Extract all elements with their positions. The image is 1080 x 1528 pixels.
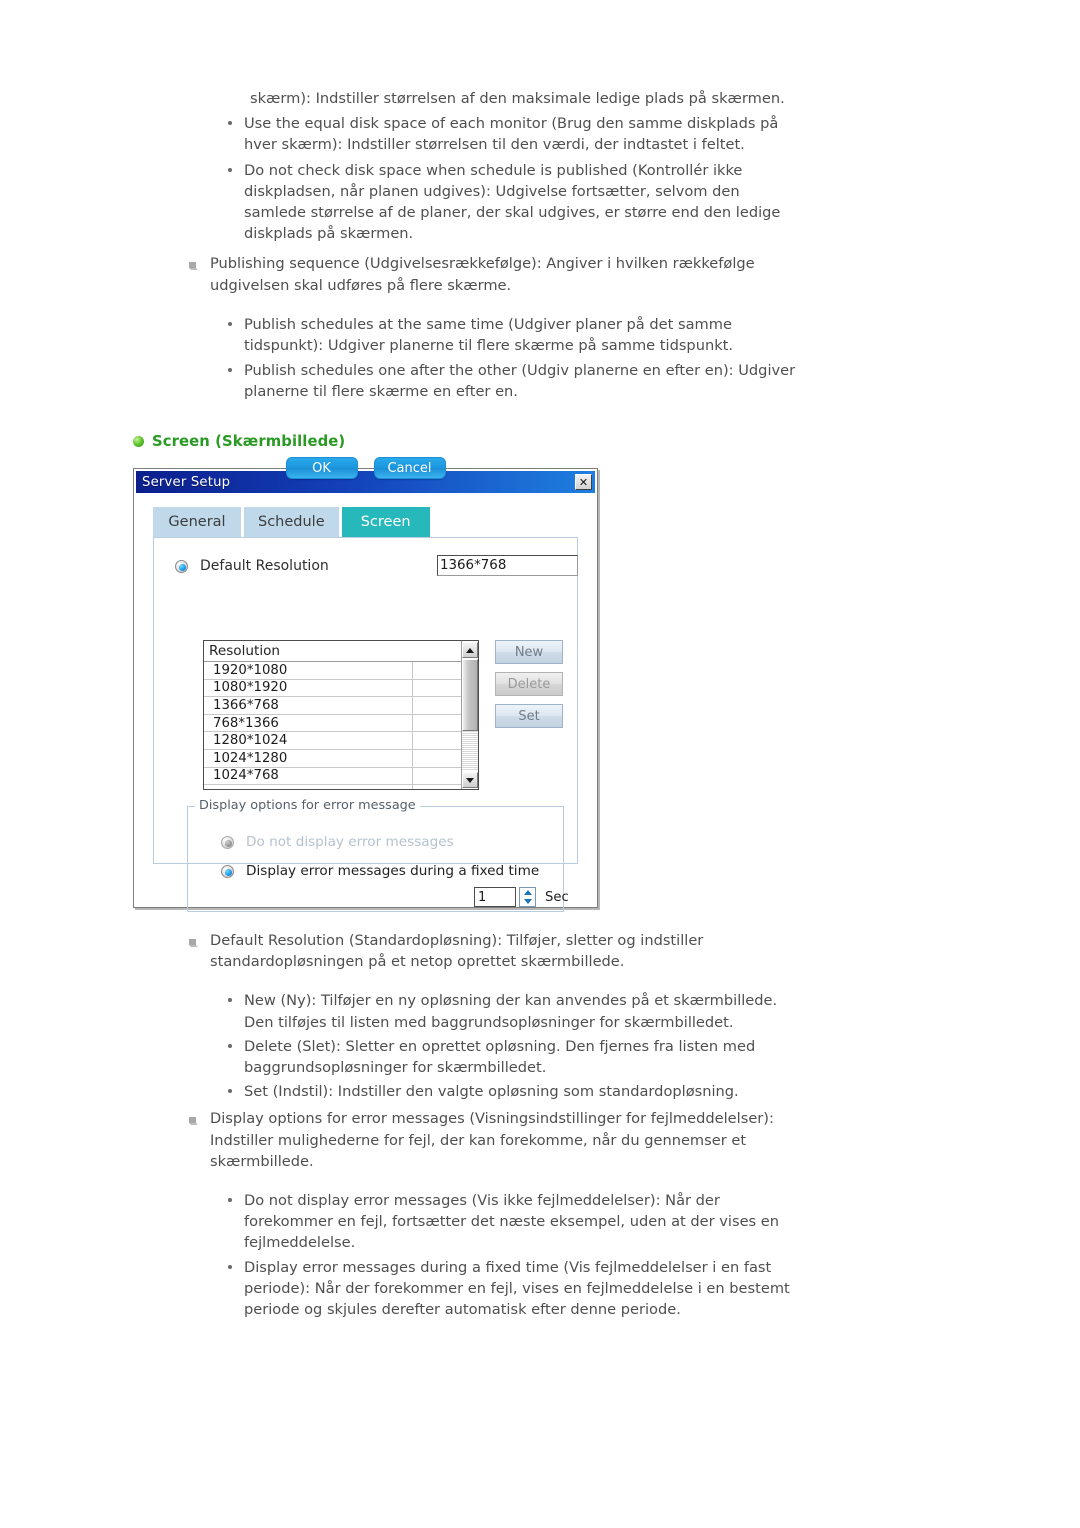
list-item: Do not check disk space when schedule is… — [226, 160, 796, 245]
resolution-cell: 1080*1920 — [204, 679, 413, 697]
dialog-footer: OK Cancel — [134, 457, 597, 479]
resolution-cell: 1920*1080 — [204, 662, 413, 679]
resolution-column-header: Resolution — [204, 641, 478, 662]
display-errors-fixed-time-label: Display error messages during a fixed ti… — [246, 863, 540, 879]
table-row[interactable]: 1280*1024 — [204, 732, 478, 750]
bullet-dot-icon — [228, 998, 232, 1003]
list-item: Publishing sequence (Udgivelsesrækkefølg… — [186, 253, 786, 295]
bullet-dot-icon — [228, 121, 232, 126]
resolution-cell: 768*1366 — [204, 714, 413, 732]
list-item: Default Resolution (Standardopløsning): … — [186, 930, 801, 972]
duration-spinner-row: Sec — [474, 887, 569, 907]
table-row-partial[interactable] — [204, 785, 478, 789]
tab-general[interactable]: General — [153, 507, 241, 537]
scrollbar-track[interactable] — [462, 659, 478, 771]
bullet-dot-icon — [228, 1089, 232, 1094]
bullet-dot-icon — [228, 167, 232, 172]
resolution-list[interactable]: Resolution 1920*1080 1080*1920 1366*768 — [203, 640, 479, 790]
duration-input[interactable] — [474, 887, 516, 907]
do-not-display-errors-option[interactable]: Do not display error messages — [221, 834, 454, 850]
delete-button[interactable]: Delete — [495, 672, 563, 696]
list-item: Publish schedules at the same time (Udgi… — [226, 314, 801, 356]
list-item: Do not display error messages (Vis ikke … — [226, 1190, 804, 1254]
table-row[interactable]: 1080*1920 — [204, 679, 478, 698]
list-item: Set (Indstil): Indstiller den valgte opl… — [226, 1081, 804, 1102]
list-item: Delete (Slet): Sletter en oprettet opløs… — [226, 1036, 804, 1078]
resolution-cell: 1366*768 — [204, 697, 413, 714]
bullet-dot-icon — [228, 1264, 232, 1269]
list-item: Publish schedules one after the other (U… — [226, 360, 801, 402]
resolution-cell: 1280*1024 — [204, 732, 413, 749]
cancel-button[interactable]: Cancel — [373, 457, 446, 479]
do-not-display-errors-label: Do not display error messages — [246, 834, 454, 850]
ok-button[interactable]: OK — [285, 457, 358, 479]
resolution-cell: 1024*1280 — [204, 749, 413, 767]
bullet-dot-icon — [228, 1198, 232, 1203]
table-row[interactable]: 768*1366 — [204, 714, 478, 733]
list-item: Display error messages during a fixed ti… — [226, 1257, 804, 1321]
list-item: Use the equal disk space of each monitor… — [226, 113, 796, 155]
screen-tab-panel: Default Resolution Resolution 1920*1080 … — [153, 537, 578, 912]
duration-unit-label: Sec — [545, 889, 569, 905]
resolution-actions: New Delete Set — [495, 640, 563, 736]
resolution-cell: 1024*768 — [204, 767, 413, 785]
new-button[interactable]: New — [495, 640, 563, 664]
tab-schedule[interactable]: Schedule — [244, 507, 339, 537]
group-legend: Display options for error message — [195, 798, 420, 813]
arrow-marker-icon — [188, 934, 199, 947]
display-errors-fixed-time-radio[interactable] — [221, 864, 234, 878]
quantity-stepper[interactable] — [519, 887, 536, 907]
spinner-up-icon[interactable] — [520, 888, 535, 897]
default-resolution-radio[interactable] — [175, 559, 188, 573]
bullet-dot-icon — [228, 368, 232, 373]
green-lamp-icon — [133, 436, 144, 447]
spinner-down-icon[interactable] — [520, 897, 535, 906]
triangle-up-icon[interactable] — [462, 642, 478, 658]
resolution-cell-empty — [204, 785, 413, 789]
list-item: New (Ny): Tilføjer en ny opløsning der k… — [226, 990, 804, 1032]
table-row[interactable]: 1366*768 — [204, 697, 478, 715]
set-button[interactable]: Set — [495, 704, 563, 728]
scrollbar-thumb[interactable] — [462, 659, 478, 731]
display-errors-fixed-time-option[interactable]: Display error messages during a fixed ti… — [221, 863, 539, 879]
scrollbar[interactable] — [461, 641, 478, 789]
tab-bar: General Schedule Screen — [153, 507, 433, 537]
server-setup-dialog: Server Setup ✕ General Schedule Screen D… — [133, 457, 598, 912]
page-title: Screen (Skærmbillede) — [133, 433, 345, 450]
resolution-rows: 1920*1080 1080*1920 1366*768 768*1366 12… — [204, 662, 478, 789]
tab-screen[interactable]: Screen — [341, 507, 430, 537]
table-row[interactable]: 1024*768 — [204, 767, 478, 786]
arrow-marker-icon — [188, 257, 199, 271]
table-row[interactable]: 1920*1080 — [204, 662, 478, 680]
table-row[interactable]: 1024*1280 — [204, 749, 478, 768]
do-not-display-errors-radio[interactable] — [221, 835, 234, 849]
bullet-dot-icon — [228, 1043, 232, 1048]
arrow-marker-icon — [188, 1112, 199, 1126]
default-resolution-input[interactable] — [437, 555, 578, 576]
default-resolution-row: Default Resolution — [175, 555, 578, 576]
error-message-options-group: Display options for error message Do not… — [187, 798, 569, 912]
triangle-down-icon[interactable] — [462, 772, 478, 788]
list-item: Display options for error messages (Visn… — [186, 1108, 786, 1172]
default-resolution-label: Default Resolution — [200, 558, 329, 574]
section-heading-label: Screen (Skærmbillede) — [152, 433, 346, 450]
bullet-dot-icon — [228, 321, 232, 326]
intro-continuation-text: skærm): Indstiller størrelsen af den mak… — [250, 90, 785, 107]
